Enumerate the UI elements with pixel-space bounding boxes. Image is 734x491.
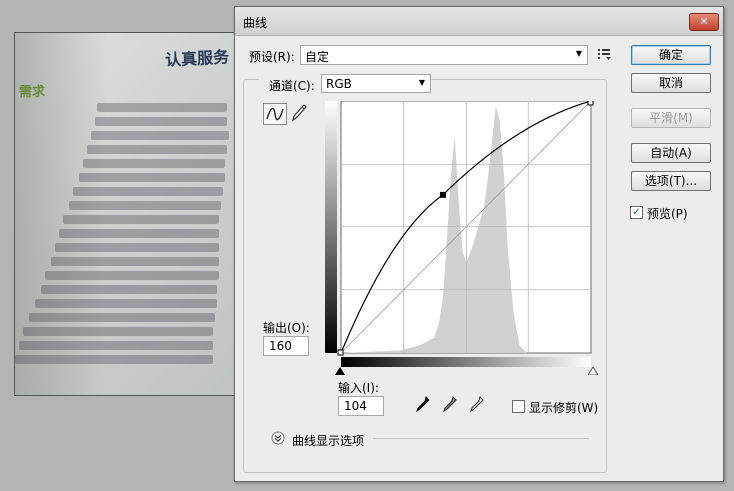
photo-text-line bbox=[19, 341, 213, 350]
curve-control-point[interactable] bbox=[439, 191, 446, 198]
output-value: 160 bbox=[269, 339, 292, 353]
output-field[interactable]: 160 bbox=[263, 336, 309, 356]
photo-text-line bbox=[91, 131, 229, 140]
photo-text-line bbox=[23, 327, 213, 336]
curve-graph-svg[interactable] bbox=[325, 99, 595, 367]
photo-text-line bbox=[69, 201, 221, 210]
smooth-button[interactable]: 平滑(M) bbox=[631, 108, 711, 128]
photo-text-line bbox=[35, 299, 217, 308]
photo-text-line bbox=[45, 271, 219, 280]
white-slider-handle[interactable] bbox=[588, 367, 598, 375]
photo-text-line bbox=[83, 159, 225, 168]
chevron-down-circle-icon[interactable] bbox=[271, 431, 285, 445]
photo-text-line bbox=[87, 145, 227, 154]
ok-button[interactable]: 确定 bbox=[631, 45, 711, 65]
curve-endpoint-black[interactable] bbox=[337, 349, 344, 356]
eyedropper-white-icon[interactable] bbox=[469, 395, 485, 413]
photo-text-line bbox=[63, 215, 219, 224]
photo-text-line bbox=[51, 257, 219, 266]
show-clipping-label: 显示修剪(W) bbox=[529, 401, 599, 415]
photo-text-line bbox=[79, 173, 225, 182]
curve-endpoint-white[interactable] bbox=[587, 99, 594, 106]
close-button[interactable]: ✕ bbox=[689, 13, 719, 31]
curve-graph[interactable] bbox=[325, 99, 595, 367]
curves-dialog: 曲线 ✕ 预设(R): 自定 ▼ 通道(C): RGB ▼ 输出(O): 160… bbox=[234, 6, 724, 482]
curve-tool-icon bbox=[266, 107, 284, 121]
show-clipping-checkbox[interactable] bbox=[512, 400, 525, 413]
preset-select[interactable]: 自定 ▼ bbox=[300, 45, 588, 65]
output-gradient-bar bbox=[325, 101, 337, 353]
photo-text-line bbox=[97, 103, 227, 112]
title-bar: 曲线 ✕ bbox=[235, 7, 723, 36]
input-value: 104 bbox=[344, 399, 367, 413]
preset-label: 预设(R): bbox=[249, 50, 295, 64]
chevron-down-icon: ▼ bbox=[575, 49, 582, 58]
preview-label: 预览(P) bbox=[647, 207, 688, 221]
background-photo: 认真服务 需求 bbox=[14, 32, 238, 396]
options-button[interactable]: 选项(T)... bbox=[631, 171, 711, 191]
preview-checkbox[interactable]: ✓ bbox=[630, 206, 643, 219]
photo-side-heading: 需求 bbox=[19, 85, 46, 100]
cancel-button[interactable]: 取消 bbox=[631, 73, 711, 93]
eyedropper-black-icon[interactable] bbox=[415, 395, 431, 413]
photo-text-line bbox=[73, 187, 223, 196]
pencil-icon[interactable] bbox=[290, 103, 308, 123]
separator-line bbox=[373, 438, 589, 439]
photo-text-line bbox=[55, 243, 219, 252]
photo-text-line bbox=[95, 117, 227, 126]
photo-text-line bbox=[15, 355, 213, 364]
black-slider-handle[interactable] bbox=[335, 367, 345, 375]
output-label: 输出(O): bbox=[263, 321, 310, 335]
eyedropper-gray-icon[interactable] bbox=[442, 395, 458, 413]
channel-label: 通道(C): bbox=[269, 79, 315, 93]
preset-value: 自定 bbox=[305, 50, 330, 64]
auto-button[interactable]: 自动(A) bbox=[631, 143, 711, 163]
channel-select[interactable]: RGB ▼ bbox=[321, 74, 431, 93]
photo-text-line bbox=[41, 285, 217, 294]
photo-text-line bbox=[29, 313, 215, 322]
input-label: 输入(I): bbox=[338, 381, 379, 395]
list-menu-icon[interactable] bbox=[597, 47, 613, 61]
close-icon: ✕ bbox=[699, 15, 709, 28]
channel-value: RGB bbox=[326, 77, 352, 91]
input-field[interactable]: 104 bbox=[338, 396, 384, 416]
chevron-down-icon: ▼ bbox=[418, 78, 425, 87]
input-gradient-bar bbox=[341, 357, 591, 367]
curve-display-options-label[interactable]: 曲线显示选项 bbox=[292, 432, 364, 449]
dialog-title: 曲线 bbox=[243, 16, 268, 30]
curve-tool-button[interactable] bbox=[263, 103, 287, 125]
photo-heading: 认真服务 bbox=[164, 47, 230, 70]
photo-text-line bbox=[59, 229, 219, 238]
